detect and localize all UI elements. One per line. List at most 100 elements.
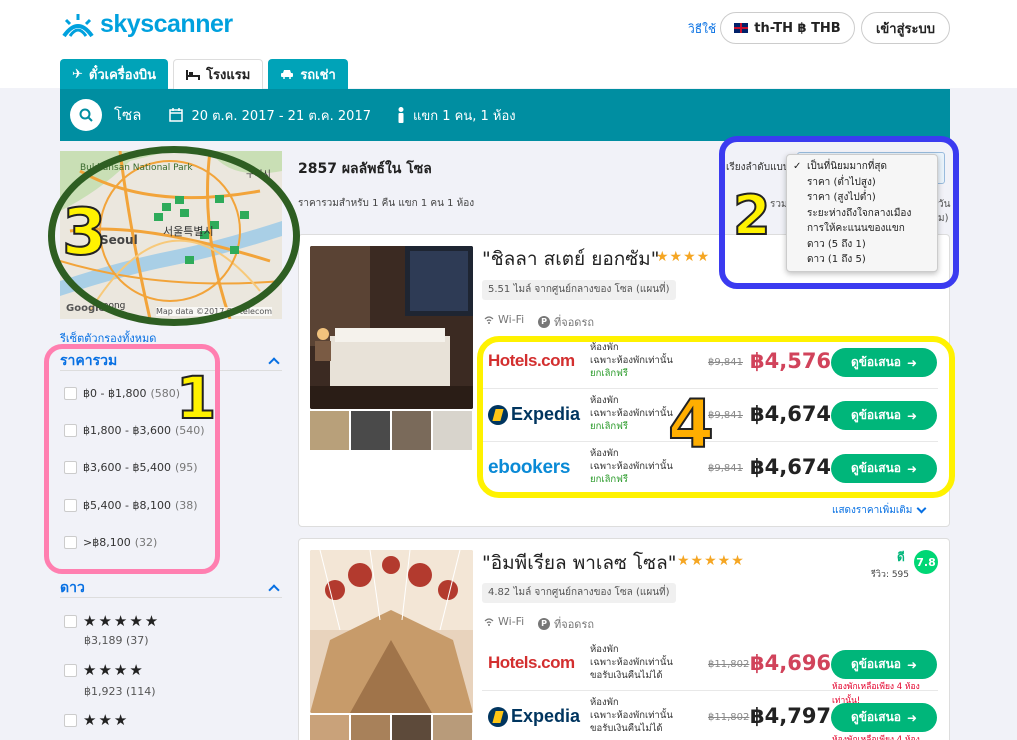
offer-row[interactable]: Hotels.com ห้องพัก เฉพาะห้องพักเท่านั้น … <box>482 337 938 389</box>
sort-option-label: ราคา (สูงไปต่ำ) <box>807 192 876 203</box>
checkbox[interactable] <box>64 424 77 437</box>
amenity-wifi: Wi-Fi <box>484 313 524 326</box>
checkbox[interactable] <box>64 614 77 628</box>
amenity-wifi-label: Wi-Fi <box>498 615 525 628</box>
hotel-distance[interactable]: 5.51 ไมล์ จากศูนย์กลางของ โซล (แผนที่) <box>482 280 676 300</box>
hotels-com-logo: Hotels.com <box>488 653 575 672</box>
star-option[interactable]: ★★★★★ <box>64 612 160 630</box>
sort-dropdown-menu[interactable]: ✓ เป็นที่นิยมมากที่สุด ราคา (ต่ำไปสูง) รา… <box>786 154 938 272</box>
search-dates[interactable]: 20 ต.ค. 2017 - 21 ต.ค. 2017 <box>169 105 371 126</box>
offer-row[interactable]: ebookers ห้องพัก เฉพาะห้องพักเท่านั้น ยก… <box>482 443 938 495</box>
plane-icon: ✈ <box>72 66 83 82</box>
star-option[interactable]: ★★★ <box>64 711 129 729</box>
sort-option[interactable]: ระยะห่างถึงใจกลางเมือง <box>787 206 937 222</box>
review-count[interactable]: รีวิว: 595 <box>871 567 909 581</box>
sort-option[interactable]: ราคา (ต่ำไปสูง) <box>787 175 937 191</box>
offer-row[interactable]: Expedia ห้องพัก เฉพาะห้องพักเท่านั้น ขอร… <box>482 692 938 740</box>
logo-text: skyscanner <box>100 10 233 38</box>
sort-option-label: การให้คะแนนของแขก <box>807 223 905 234</box>
arrow-right-icon: ➜ <box>906 710 918 725</box>
checkbox[interactable] <box>64 536 77 549</box>
amenity-wifi-label: Wi-Fi <box>498 313 525 326</box>
tab-car-hire[interactable]: รถเช่า <box>268 59 348 89</box>
view-deal-button[interactable]: ดูข้อเสนอ ➜ <box>831 401 937 430</box>
skyscanner-logo[interactable]: skyscanner <box>60 10 233 39</box>
room-type: ห้องพัก เฉพาะห้องพักเท่านั้น ยกเลิกฟรี <box>590 447 673 486</box>
star-option[interactable]: ★★★★ <box>64 661 145 679</box>
map-city-label-kr: 서울특별시 <box>163 225 214 238</box>
checkbox[interactable] <box>64 387 77 400</box>
checkbox[interactable] <box>64 499 77 512</box>
view-deal-button[interactable]: ดูข้อเสนอ ➜ <box>831 650 937 679</box>
price-option-count: (540) <box>174 424 205 437</box>
hotel-star-rating: ★★★★ <box>656 249 711 265</box>
view-deal-label: ดูข้อเสนอ <box>850 408 901 422</box>
view-deal-button[interactable]: ดูข้อเสนอ ➜ <box>831 703 937 732</box>
price-filter-title: ราคารวม <box>60 352 118 369</box>
rating-word: ดี <box>897 550 905 564</box>
search-city[interactable]: โซล <box>114 103 141 127</box>
hotel-thumbnail[interactable] <box>392 715 431 740</box>
hotel-main-photo[interactable] <box>310 246 473 409</box>
room-type-line: ห้องพัก <box>590 395 619 406</box>
price-option[interactable]: ฿3,600 - ฿5,400 (95) <box>64 461 198 474</box>
map-guri-label: 구리시 <box>246 170 271 180</box>
tab-hotels[interactable]: โรงแรม <box>173 59 264 89</box>
hotel-thumbnail[interactable] <box>392 411 431 450</box>
sort-fragment: วัน <box>938 199 951 210</box>
reset-filters-link[interactable]: รีเซ็ตตัวกรองทั้งหมด <box>60 329 156 347</box>
show-more-prices-link[interactable]: แสดงราคาเพิ่มเติม <box>832 503 927 518</box>
room-type: ห้องพัก เฉพาะห้องพักเท่านั้น ขอรับเงินคื… <box>590 643 673 682</box>
price-option-label: >฿8,100 <box>83 536 131 549</box>
room-type-line: ห้องพัก <box>590 644 619 655</box>
checkbox[interactable] <box>64 663 77 677</box>
price-option[interactable]: ฿0 - ฿1,800 (580) <box>64 387 180 400</box>
view-deal-label: ดูข้อเสนอ <box>850 461 901 475</box>
room-type-line: เฉพาะห้องพักเท่านั้น <box>590 408 673 419</box>
price-option[interactable]: >฿8,100 (32) <box>64 536 157 549</box>
sort-option[interactable]: ดาว (1 ถึง 5) <box>787 252 937 268</box>
sort-option[interactable]: ✓ เป็นที่นิยมมากที่สุด <box>787 159 937 175</box>
search-button[interactable] <box>70 99 102 131</box>
chevron-up-icon <box>268 583 280 596</box>
cancellation-policy: ยกเลิกฟรี <box>590 368 628 379</box>
room-type: ห้องพัก เฉพาะห้องพักเท่านั้น ยกเลิกฟรี <box>590 394 673 433</box>
map-park-label: Bukhansan National Park <box>80 163 193 173</box>
results-map[interactable]: Bukhansan National Park Seoul 서울특별시 구리시 … <box>60 151 282 319</box>
offer-row[interactable]: Expedia ห้องพัก เฉพาะห้องพักเท่านั้น ยกเ… <box>482 390 938 442</box>
login-button[interactable]: เข้าสู่ระบบ <box>861 12 950 44</box>
sort-option[interactable]: ราคา (สูงไปต่ำ) <box>787 190 937 206</box>
view-deal-button[interactable]: ดูข้อเสนอ ➜ <box>831 348 937 377</box>
checkbox[interactable] <box>64 461 77 474</box>
offer-row[interactable]: Hotels.com ห้องพัก เฉพาะห้องพักเท่านั้น … <box>482 639 938 706</box>
hotel-thumbnail[interactable] <box>433 411 472 450</box>
hotel-thumbnail[interactable] <box>310 411 349 450</box>
hotel-thumbnail[interactable] <box>351 715 390 740</box>
price-option[interactable]: ฿5,400 - ฿8,100 (38) <box>64 499 198 512</box>
locale-button[interactable]: th-TH ฿ THB <box>720 12 855 44</box>
hotel-thumbnail[interactable] <box>310 715 349 740</box>
room-type-line: เฉพาะห้องพักเท่านั้น <box>590 657 673 668</box>
tab-flights[interactable]: ✈ ตั๋วเครื่องบิน <box>60 59 169 89</box>
hotel-thumbnail[interactable] <box>433 715 472 740</box>
price-option[interactable]: ฿1,800 - ฿3,600 (540) <box>64 424 205 437</box>
hotel-distance[interactable]: 4.82 ไมล์ จากศูนย์กลางของ โซล (แผนที่) <box>482 583 676 603</box>
checkbox[interactable] <box>64 713 77 727</box>
hotel-thumbnail[interactable] <box>351 411 390 450</box>
hotel-main-photo[interactable] <box>310 550 473 713</box>
wifi-icon <box>484 315 494 324</box>
price-filter-header[interactable]: ราคารวม <box>60 351 282 371</box>
search-guests[interactable]: แขก 1 คน, 1 ห้อง <box>397 105 516 126</box>
hotel-name[interactable]: "ชิลลา สเตย์ ยอกซัม" <box>482 244 659 274</box>
hotel-name[interactable]: "อิมพีเรียล พาเลซ โซล" <box>482 548 676 578</box>
rating-score-badge: 7.8 <box>914 550 938 574</box>
expedia-plane-icon <box>488 706 508 727</box>
sort-option[interactable]: ดาว (5 ถึง 1) <box>787 237 937 253</box>
offer-price: ฿4,696 <box>750 651 832 675</box>
view-deal-button[interactable]: ดูข้อเสนอ ➜ <box>831 454 937 483</box>
help-link[interactable]: วิธีใช้ <box>688 20 716 39</box>
room-type-line: เฉพาะห้องพักเท่านั้น <box>590 461 673 472</box>
search-summary-bar[interactable]: โซล 20 ต.ค. 2017 - 21 ต.ค. 2017 แขก 1 คน… <box>60 89 950 141</box>
sort-option[interactable]: การให้คะแนนของแขก <box>787 221 937 237</box>
stars-filter-header[interactable]: ดาว <box>60 578 282 598</box>
